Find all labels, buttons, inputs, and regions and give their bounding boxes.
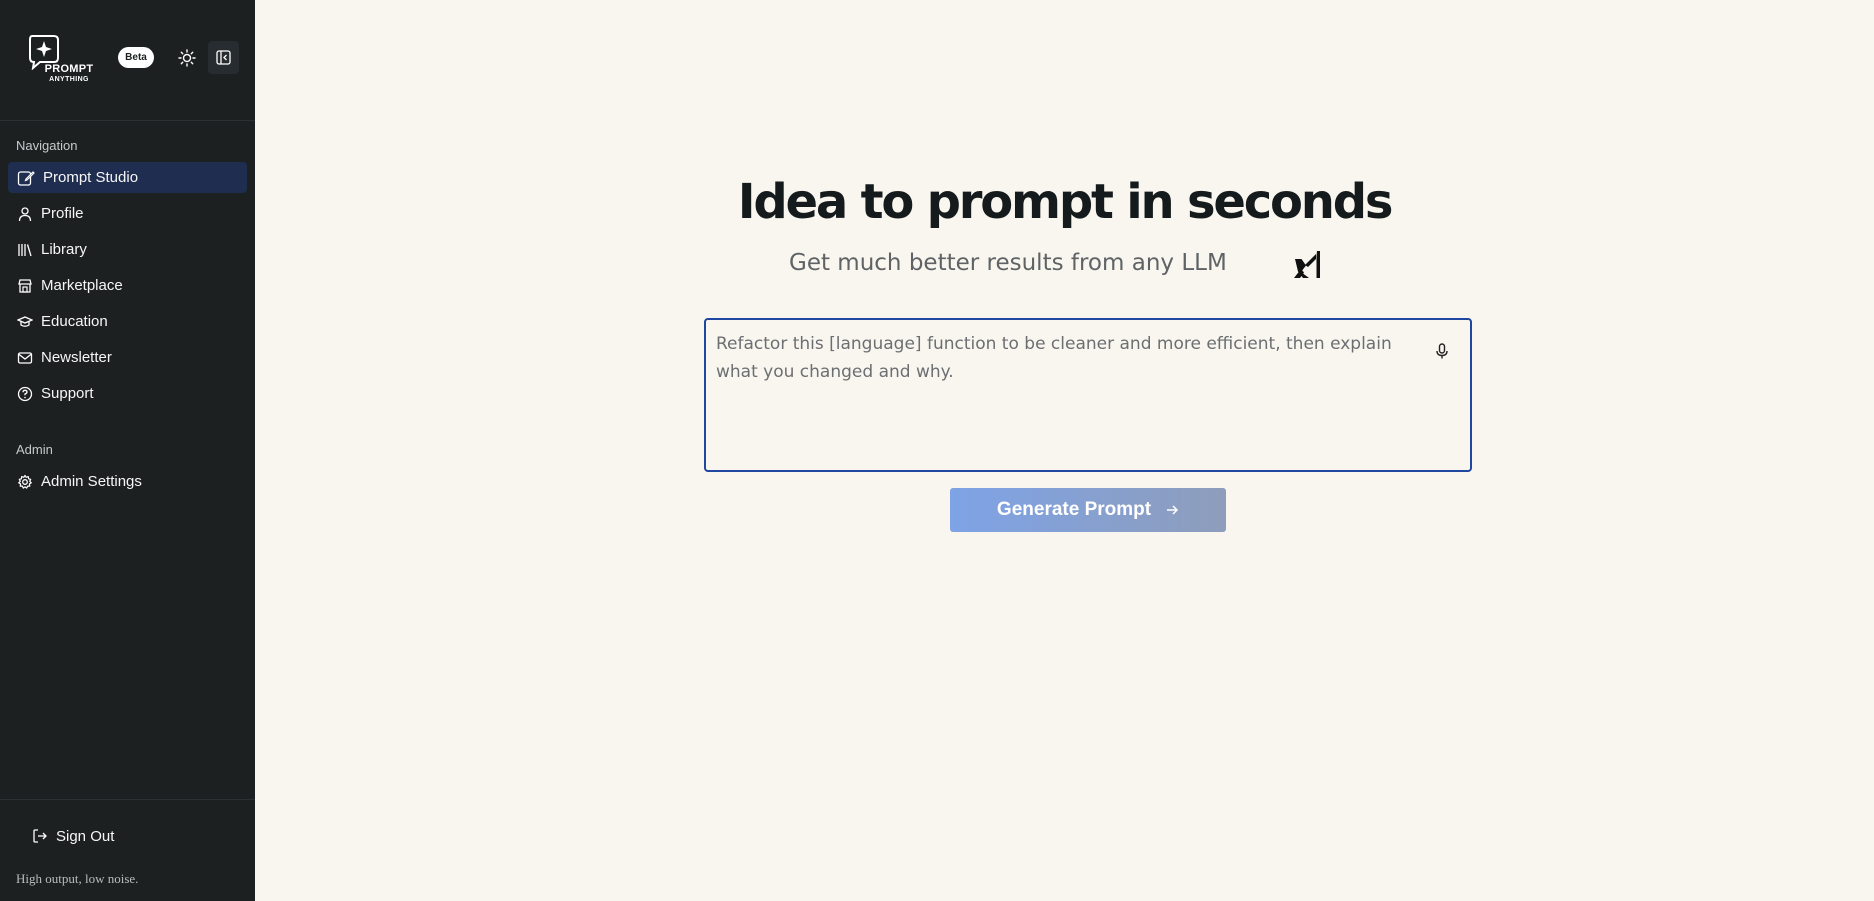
- tagline: High output, low noise.: [16, 871, 139, 886]
- sidebar-item-label: Profile: [41, 205, 84, 222]
- store-icon: [17, 278, 33, 294]
- help-circle-icon: [17, 386, 33, 402]
- sun-icon: [178, 49, 196, 67]
- sidebar-item-marketplace[interactable]: Marketplace: [8, 270, 247, 301]
- sign-out-button[interactable]: Sign Out: [24, 820, 224, 852]
- sidebar-item-label: Support: [41, 385, 94, 402]
- logo-line-1: PROMPT: [44, 63, 94, 75]
- sidebar-item-education[interactable]: Education: [8, 306, 247, 337]
- logo-wordmark: PROMPT ANYTHING: [44, 63, 94, 84]
- arrow-right-icon: [1165, 503, 1179, 517]
- sidebar: PROMPT ANYTHING Beta Navigation Prompt S…: [0, 0, 255, 901]
- prompt-input[interactable]: Refactor this [language] function to be …: [716, 330, 1416, 460]
- app-logo[interactable]: PROMPT ANYTHING: [28, 34, 94, 84]
- mail-icon: [17, 350, 33, 366]
- user-icon: [17, 206, 33, 222]
- sidebar-item-library[interactable]: Library: [8, 234, 247, 265]
- library-icon: [17, 242, 33, 258]
- beta-badge: Beta: [118, 47, 154, 68]
- log-out-icon: [32, 828, 48, 844]
- graduation-cap-icon: [17, 314, 33, 330]
- gear-icon: [17, 474, 33, 490]
- prompt-input-container: Refactor this [language] function to be …: [704, 318, 1472, 472]
- sign-out-label: Sign Out: [56, 827, 115, 845]
- page-subtitle: Get much better results from any LLM: [789, 250, 1227, 276]
- sidebar-footer: Sign Out High output, low noise.: [0, 799, 255, 901]
- theme-toggle-button[interactable]: [176, 47, 198, 69]
- sidebar-item-label: Newsletter: [41, 349, 112, 366]
- logo-line-2: ANYTHING: [49, 76, 89, 83]
- sidebar-item-label: Prompt Studio: [43, 169, 139, 186]
- sidebar-item-support[interactable]: Support: [8, 378, 247, 409]
- sidebar-item-label: Library: [41, 241, 87, 258]
- sidebar-item-prompt-studio[interactable]: Prompt Studio: [8, 162, 247, 193]
- sidebar-item-label: Education: [41, 313, 108, 330]
- generate-prompt-label: Generate Prompt: [996, 499, 1152, 520]
- nav-section-heading: Navigation: [16, 138, 78, 153]
- page-title: Idea to prompt in seconds: [737, 174, 1394, 230]
- sidebar-item-profile[interactable]: Profile: [8, 198, 247, 229]
- microphone-icon: [1436, 343, 1448, 359]
- sidebar-item-newsletter[interactable]: Newsletter: [8, 342, 247, 373]
- main-content: Idea to prompt in seconds Get much bette…: [255, 0, 1874, 901]
- sidebar-collapse-icon: [216, 50, 231, 65]
- edit-icon: [17, 169, 35, 187]
- sidebar-item-label: Admin Settings: [41, 473, 142, 490]
- sidebar-header: PROMPT ANYTHING Beta: [0, 0, 255, 121]
- voice-input-button[interactable]: [1434, 342, 1450, 360]
- sidebar-item-admin-settings[interactable]: Admin Settings: [8, 466, 247, 497]
- sidebar-collapse-button[interactable]: [208, 41, 239, 74]
- admin-section-heading: Admin: [16, 442, 53, 457]
- generate-prompt-button[interactable]: Generate Prompt: [950, 488, 1226, 532]
- sidebar-item-label: Marketplace: [41, 277, 123, 294]
- xai-logo-icon: [1293, 250, 1323, 280]
